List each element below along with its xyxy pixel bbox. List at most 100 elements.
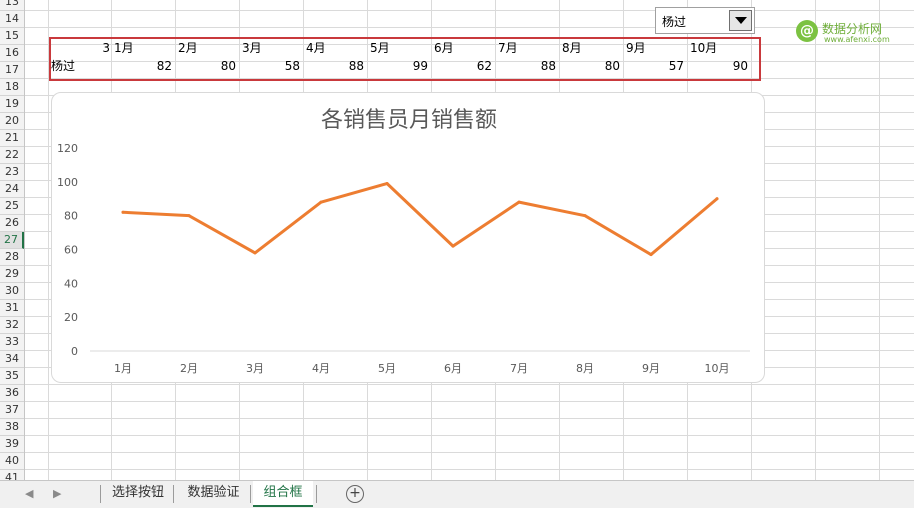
- month-header-cell[interactable]: 8月: [562, 40, 620, 56]
- sales-value-cell[interactable]: 80: [559, 58, 620, 74]
- watermark-sub-text: www.afenxi.com: [824, 35, 890, 44]
- sales-value-cell[interactable]: 62: [431, 58, 492, 74]
- row-gridline: [24, 452, 914, 453]
- chevron-down-icon: [735, 17, 747, 24]
- row-gridline: [24, 27, 914, 28]
- x-tick-label: 3月: [246, 362, 264, 375]
- y-tick-label: 40: [64, 277, 78, 290]
- y-tick-label: 60: [64, 244, 78, 257]
- sales-value-cell[interactable]: 88: [303, 58, 364, 74]
- sales-value-cell[interactable]: 80: [175, 58, 236, 74]
- row-header[interactable]: 34: [0, 351, 24, 368]
- row-header[interactable]: 26: [0, 215, 24, 232]
- salesperson-combobox[interactable]: 杨过: [655, 7, 755, 34]
- month-header-cell[interactable]: 7月: [498, 40, 556, 56]
- y-tick-label: 100: [57, 176, 78, 189]
- scroll-left-icon[interactable]: ◀: [25, 487, 33, 500]
- data-point[interactable]: [583, 214, 587, 218]
- tab-separator: [173, 485, 174, 503]
- row-header[interactable]: 32: [0, 317, 24, 334]
- row-header[interactable]: 41: [0, 470, 24, 480]
- row-header[interactable]: 14: [0, 11, 24, 28]
- sheet-tab-bar: ◀ ▶ 选择按钮 数据验证 组合框 +: [0, 480, 914, 508]
- data-point[interactable]: [649, 253, 653, 257]
- line-chart[interactable]: 各销售员月销售额 0 20 40 60 80 100 120 1月 2月 3月 4月 5月 6月 7月 8月…: [51, 92, 765, 383]
- x-tick-label: 4月: [312, 362, 330, 375]
- month-header-cell[interactable]: 1月: [114, 40, 172, 56]
- chart-plot-area: 0 20 40 60 80 100 120 1月 2月 3月 4月 5月 6月 7月 8月 9月 10月: [57, 142, 750, 375]
- row-header[interactable]: 38: [0, 419, 24, 436]
- row-header[interactable]: 17: [0, 62, 24, 79]
- row-header[interactable]: 27: [0, 232, 24, 249]
- row-header[interactable]: 33: [0, 334, 24, 351]
- row-header[interactable]: 30: [0, 283, 24, 300]
- sales-value-cell[interactable]: 58: [239, 58, 300, 74]
- row-gridline: [24, 418, 914, 419]
- sheet-tab[interactable]: 数据验证: [176, 481, 251, 507]
- row-header[interactable]: 35: [0, 368, 24, 385]
- data-point[interactable]: [715, 197, 719, 201]
- data-point[interactable]: [187, 214, 191, 218]
- x-tick-label: 10月: [705, 362, 730, 375]
- month-header-cell[interactable]: 6月: [434, 40, 492, 56]
- month-header-cell[interactable]: 9月: [626, 40, 684, 56]
- row-header[interactable]: 40: [0, 453, 24, 470]
- month-header-cell[interactable]: 5月: [370, 40, 428, 56]
- combobox-dropdown-button[interactable]: [729, 10, 752, 31]
- scroll-right-icon[interactable]: ▶: [53, 487, 61, 500]
- data-point[interactable]: [451, 244, 455, 248]
- y-tick-label: 80: [64, 210, 78, 223]
- row-header[interactable]: 16: [0, 45, 24, 62]
- row-header[interactable]: 22: [0, 147, 24, 164]
- x-tick-label: 7月: [510, 362, 528, 375]
- spreadsheet-grid[interactable]: 13 14 15 16 17 18 19 20 21 22 23 24 25 26 27 28 29 30 31 32…: [0, 0, 914, 480]
- x-tick-label: 8月: [576, 362, 594, 375]
- column-gridline: [815, 0, 816, 480]
- data-point[interactable]: [385, 182, 389, 186]
- row-header[interactable]: 24: [0, 181, 24, 198]
- sheet-tab[interactable]: 组合框: [253, 481, 313, 507]
- row-header[interactable]: 28: [0, 249, 24, 266]
- row-gridline: [24, 469, 914, 470]
- at-icon: @: [796, 20, 818, 42]
- row-header[interactable]: 37: [0, 402, 24, 419]
- combobox-selected-value: 杨过: [662, 15, 687, 29]
- x-tick-label: 2月: [180, 362, 198, 375]
- row-header[interactable]: 20: [0, 113, 24, 130]
- sales-value-cell[interactable]: 88: [495, 58, 556, 74]
- row-header[interactable]: 36: [0, 385, 24, 402]
- sales-value-cell[interactable]: 99: [367, 58, 428, 74]
- month-header-cell[interactable]: 4月: [306, 40, 364, 56]
- data-point[interactable]: [517, 200, 521, 204]
- row-header[interactable]: 25: [0, 198, 24, 215]
- month-header-cell[interactable]: 2月: [178, 40, 236, 56]
- row-header[interactable]: 29: [0, 266, 24, 283]
- month-header-cell[interactable]: 3月: [242, 40, 300, 56]
- sales-value-cell[interactable]: 82: [111, 58, 172, 74]
- y-tick-label: 0: [71, 345, 78, 358]
- series-line[interactable]: [121, 182, 719, 257]
- data-point[interactable]: [319, 200, 323, 204]
- row-header[interactable]: 23: [0, 164, 24, 181]
- data-point[interactable]: [253, 251, 257, 255]
- row-header[interactable]: 21: [0, 130, 24, 147]
- month-header-cell[interactable]: 10月: [690, 40, 748, 56]
- tab-separator: [100, 485, 101, 503]
- row-header[interactable]: 13: [0, 0, 24, 11]
- data-point[interactable]: [121, 210, 125, 214]
- row-gridline: [24, 401, 914, 402]
- row-header-column[interactable]: 13 14 15 16 17 18 19 20 21 22 23 24 25 26 27 28 29 30 31 32…: [0, 0, 25, 480]
- row-header[interactable]: 19: [0, 96, 24, 113]
- x-tick-label: 5月: [378, 362, 396, 375]
- sales-value-cell[interactable]: 57: [623, 58, 684, 74]
- sheet-tab[interactable]: 选择按钮: [103, 481, 173, 507]
- add-sheet-icon[interactable]: +: [346, 485, 364, 503]
- row-header[interactable]: 15: [0, 28, 24, 45]
- watermark-logo: @ 数据分析网 www.afenxi.com: [796, 18, 906, 48]
- sales-value-cell[interactable]: 90: [687, 58, 748, 74]
- row-header[interactable]: 31: [0, 300, 24, 317]
- row-header[interactable]: 39: [0, 436, 24, 453]
- row-header[interactable]: 18: [0, 79, 24, 96]
- x-tick-label: 1月: [114, 362, 132, 375]
- column-gridline: [879, 0, 880, 480]
